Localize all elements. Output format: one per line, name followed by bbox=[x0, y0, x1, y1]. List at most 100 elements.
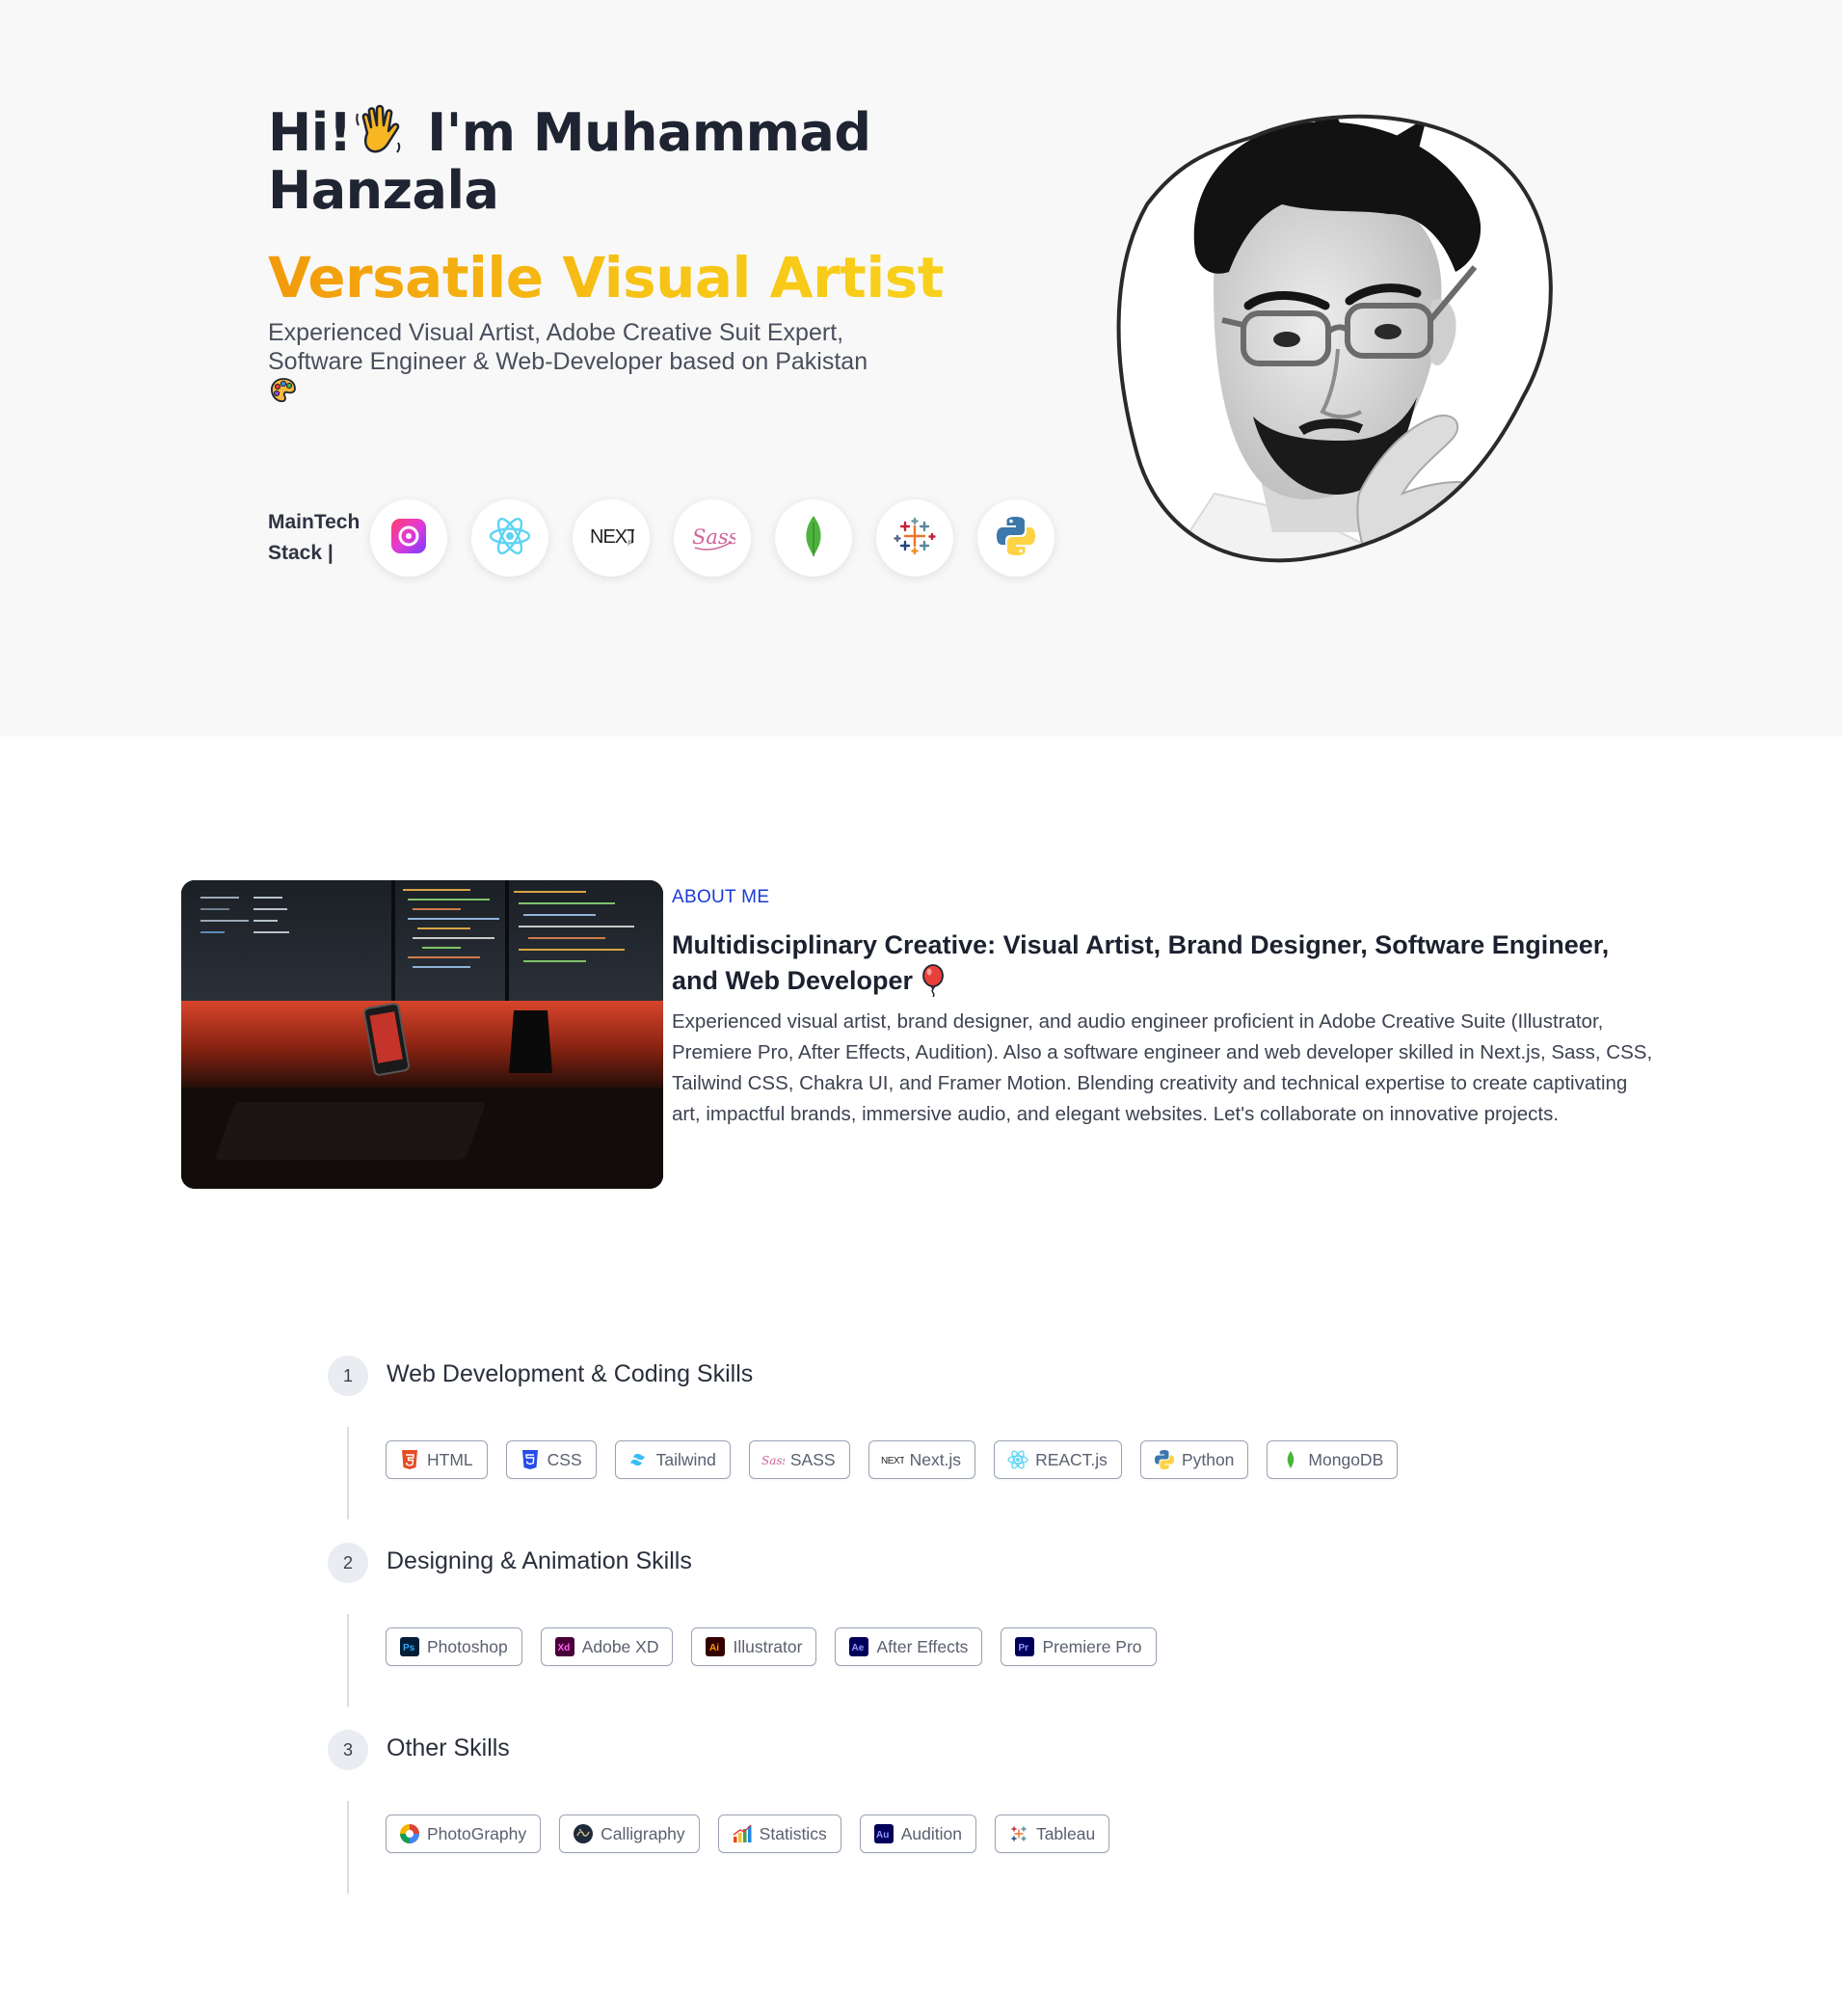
stack-label-line2: Stack | bbox=[268, 542, 334, 564]
tech-nextjs[interactable]: NEXT .js bbox=[573, 499, 650, 577]
skill-chip-mongodb[interactable]: MongoDB bbox=[1267, 1440, 1399, 1479]
photoshop-icon: Ps bbox=[398, 1635, 421, 1658]
balloon-icon bbox=[921, 964, 946, 998]
skill-chip-audition[interactable]: Au Audition bbox=[859, 1814, 976, 1853]
skill-chip-label: Premiere Pro bbox=[1042, 1636, 1142, 1656]
tech-tableau[interactable] bbox=[876, 499, 953, 577]
skill-chip-label: PhotoGraphy bbox=[427, 1823, 527, 1843]
skill-chip-sass[interactable]: Sass SASS bbox=[748, 1440, 850, 1479]
skill-section-web: 1 Web Development & Coding Skills HTML C… bbox=[328, 1350, 1677, 1537]
skill-chip-adobe-xd[interactable]: Xd Adobe XD bbox=[540, 1627, 674, 1666]
step-number: 1 bbox=[328, 1356, 368, 1396]
waving-hand-icon bbox=[354, 104, 404, 158]
nextjs-icon: NEXT. bbox=[881, 1448, 904, 1471]
skill-chip-label: After Effects bbox=[876, 1636, 969, 1656]
hero-description: Experienced Visual Artist, Adobe Creativ… bbox=[268, 318, 885, 405]
skill-chip-nextjs[interactable]: NEXT. Next.js bbox=[868, 1440, 976, 1479]
svg-text:.js: .js bbox=[627, 540, 632, 546]
skill-chip-label: REACT.js bbox=[1035, 1449, 1108, 1469]
stack-label: MainTech Stack | bbox=[268, 507, 364, 569]
tailwind-icon bbox=[627, 1448, 651, 1471]
react-icon bbox=[487, 513, 533, 564]
skill-section-title: Other Skills bbox=[387, 1734, 510, 1761]
skill-chips: HTML CSS Tailwind SassSASS NEXT.Next.js … bbox=[386, 1440, 1416, 1479]
skill-chip-label: Photoshop bbox=[427, 1636, 508, 1656]
skill-chip-label: Illustrator bbox=[733, 1636, 803, 1656]
skill-chips: Ps Photoshop Xd Adobe XD Ai Illustrator Ae A… bbox=[386, 1627, 1175, 1666]
skill-chip-tailwind[interactable]: Tailwind bbox=[614, 1440, 731, 1479]
skill-chip-photography[interactable]: PhotoGraphy bbox=[386, 1814, 542, 1853]
skill-chip-photoshop[interactable]: Ps Photoshop bbox=[386, 1627, 522, 1666]
about-title: Multidisciplinary Creative: Visual Artis… bbox=[672, 927, 1655, 999]
hero-role: Versatile Visual Artist bbox=[268, 247, 962, 309]
skill-chip-css[interactable]: CSS bbox=[505, 1440, 597, 1479]
python-icon bbox=[1153, 1448, 1176, 1471]
skill-chip-label: Python bbox=[1181, 1449, 1235, 1469]
sass-icon: Sass bbox=[689, 513, 739, 564]
skill-chip-label: HTML bbox=[427, 1449, 473, 1469]
svg-text:Ae: Ae bbox=[852, 1643, 865, 1653]
tech-react[interactable] bbox=[471, 499, 548, 577]
skill-chip-html[interactable]: HTML bbox=[386, 1440, 488, 1479]
skill-chip-tableau[interactable]: Tableau bbox=[994, 1814, 1110, 1853]
skill-section-other: 3 Other Skills PhotoGraphy Calligraphy S… bbox=[328, 1724, 1677, 1911]
skill-chip-label: MongoDB bbox=[1308, 1449, 1384, 1469]
greeting-prefix: Hi! bbox=[268, 102, 352, 163]
skill-chip-react[interactable]: REACT.js bbox=[994, 1440, 1122, 1479]
skill-chip-illustrator[interactable]: Ai Illustrator bbox=[691, 1627, 817, 1666]
skills-timeline: 1 Web Development & Coding Skills HTML C… bbox=[328, 1350, 1677, 1911]
skill-chip-calligraphy[interactable]: Calligraphy bbox=[559, 1814, 700, 1853]
css3-icon bbox=[519, 1448, 542, 1471]
profile-portrait bbox=[1108, 108, 1567, 567]
after-effects-icon: Ae bbox=[847, 1635, 870, 1658]
about-workspace-image bbox=[181, 880, 663, 1189]
tech-creative-cloud[interactable] bbox=[370, 499, 447, 577]
tech-python[interactable] bbox=[977, 499, 1054, 577]
calligraphy-icon bbox=[572, 1822, 595, 1845]
hero-intro: Hi! I'm Muhammad Hanzala Versatile Visua… bbox=[268, 104, 962, 405]
about-title-text: Multidisciplinary Creative: Visual Artis… bbox=[672, 930, 1610, 995]
timeline-line bbox=[347, 1801, 349, 1894]
tech-mongodb[interactable] bbox=[775, 499, 852, 577]
svg-text:Pr: Pr bbox=[1019, 1643, 1029, 1653]
tech-sass[interactable]: Sass bbox=[674, 499, 751, 577]
tableau-icon bbox=[892, 513, 938, 564]
skill-chip-label: SASS bbox=[789, 1449, 836, 1469]
step-number: 3 bbox=[328, 1730, 368, 1770]
illustrator-icon: Ai bbox=[704, 1635, 727, 1658]
skill-chip-python[interactable]: Python bbox=[1139, 1440, 1249, 1479]
stack-label-line1: MainTech bbox=[268, 511, 360, 533]
tableau-icon bbox=[1007, 1822, 1030, 1845]
main-tech-stack: MainTech Stack | NEXT .js Sass bbox=[268, 499, 1079, 577]
skill-section-title: Web Development & Coding Skills bbox=[387, 1360, 754, 1387]
skill-chip-premiere-pro[interactable]: Pr Premiere Pro bbox=[1001, 1627, 1157, 1666]
svg-text:NEXT.: NEXT. bbox=[881, 1456, 904, 1466]
timeline-line bbox=[347, 1614, 349, 1707]
camera-aperture-icon bbox=[398, 1822, 421, 1845]
skill-chip-statistics[interactable]: Statistics bbox=[717, 1814, 841, 1853]
skill-chip-label: Audition bbox=[900, 1823, 962, 1843]
hero-greeting: Hi! I'm Muhammad Hanzala bbox=[268, 104, 962, 220]
bar-chart-icon bbox=[731, 1822, 754, 1845]
step-number: 2 bbox=[328, 1543, 368, 1583]
premiere-pro-icon: Pr bbox=[1013, 1635, 1036, 1658]
skill-chip-label: Statistics bbox=[759, 1823, 827, 1843]
mongodb-icon bbox=[790, 513, 837, 564]
svg-text:Xd: Xd bbox=[557, 1643, 570, 1653]
skill-chip-label: Adobe XD bbox=[581, 1636, 659, 1656]
skill-chips: PhotoGraphy Calligraphy Statistics Au Aud… bbox=[386, 1814, 1128, 1853]
svg-text:Ps: Ps bbox=[403, 1643, 415, 1653]
artist-palette-icon bbox=[270, 377, 297, 404]
about-section: ABOUT ME Multidisciplinary Creative: Vis… bbox=[672, 887, 1655, 1130]
hero-description-text: Experienced Visual Artist, Adobe Creativ… bbox=[268, 319, 868, 375]
skill-chip-after-effects[interactable]: Ae After Effects bbox=[835, 1627, 983, 1666]
skill-chip-label: Next.js bbox=[909, 1449, 962, 1469]
react-icon bbox=[1006, 1448, 1029, 1471]
svg-text:Au: Au bbox=[876, 1830, 889, 1841]
nextjs-icon: NEXT .js bbox=[588, 513, 639, 564]
sass-icon: Sass bbox=[761, 1448, 785, 1471]
skill-section-title: Designing & Animation Skills bbox=[387, 1547, 692, 1574]
svg-text:Sass: Sass bbox=[692, 525, 735, 549]
skill-chip-label: Calligraphy bbox=[601, 1823, 685, 1843]
timeline-line bbox=[347, 1427, 349, 1519]
